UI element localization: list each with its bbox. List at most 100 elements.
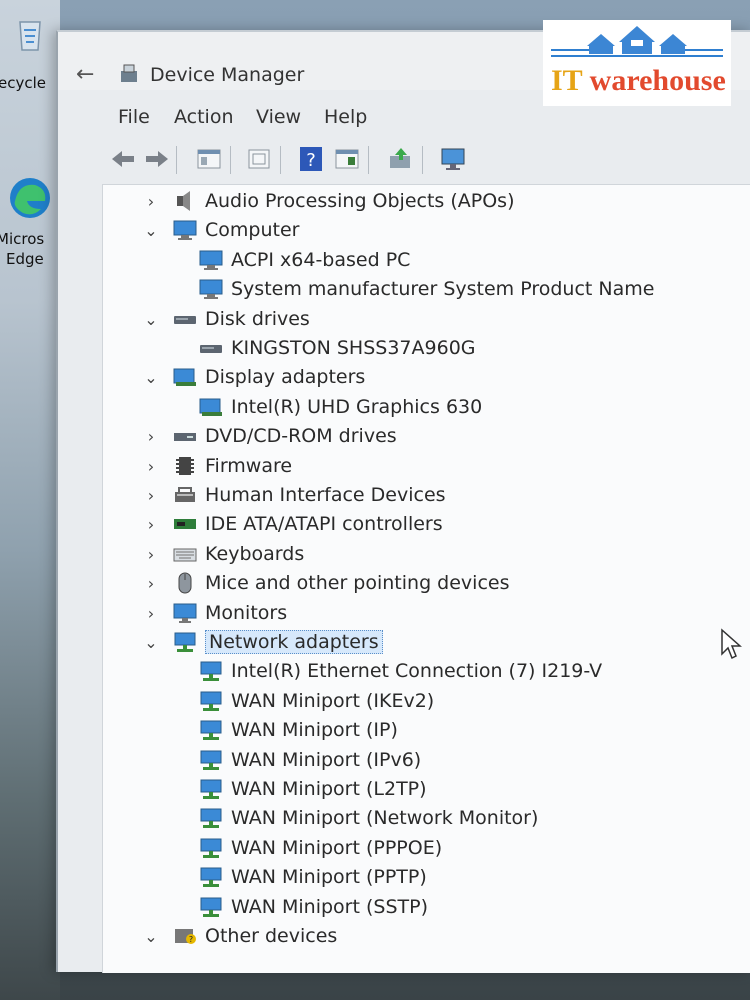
tree-item-label: WAN Miniport (PPPOE) — [231, 837, 443, 859]
view-button[interactable] — [332, 144, 362, 174]
tree-item-label: ACPI x64-based PC — [231, 249, 411, 271]
tree-device[interactable]: Intel(R) UHD Graphics 630 — [199, 393, 482, 421]
chevron-down-icon[interactable]: ⌄ — [143, 927, 159, 946]
tree-device[interactable]: KINGSTON SHSS37A960G — [199, 334, 476, 362]
tree-item-label: KINGSTON SHSS37A960G — [231, 337, 476, 359]
chevron-right-icon[interactable]: › — [143, 545, 159, 564]
tree-item-label: Audio Processing Objects (APOs) — [205, 190, 515, 212]
update-driver-button[interactable] — [386, 144, 416, 174]
tree-device[interactable]: Intel(R) Ethernet Connection (7) I219-V — [199, 657, 602, 685]
tree-category[interactable]: ⌄? Other devices — [143, 922, 337, 950]
chevron-right-icon[interactable]: › — [143, 192, 159, 211]
forward-button[interactable] — [142, 144, 172, 174]
tree-device[interactable]: WAN Miniport (Network Monitor) — [199, 804, 538, 832]
show-hidden-icon — [248, 149, 270, 169]
keyboard-icon — [173, 543, 197, 565]
tree-category[interactable]: › Keyboards — [143, 540, 304, 568]
tree-item-label: Intel(R) UHD Graphics 630 — [231, 396, 483, 418]
update-driver-icon — [390, 148, 410, 168]
help-button[interactable]: ? — [296, 144, 326, 174]
tree-device[interactable]: WAN Miniport (IP) — [199, 716, 398, 744]
tree-item-label: Human Interface Devices — [205, 484, 446, 506]
menu-file[interactable]: File — [118, 106, 150, 128]
tree-category[interactable]: ⌄ Network adapters — [143, 628, 383, 656]
chevron-right-icon[interactable]: › — [143, 457, 159, 476]
chevron-down-icon[interactable]: ⌄ — [143, 310, 159, 329]
hid-icon — [173, 484, 197, 506]
tree-device[interactable]: WAN Miniport (SSTP) — [199, 893, 428, 921]
logo-it-text: IT — [551, 64, 583, 97]
edge-label: Micros Edge — [0, 229, 60, 269]
tree-device[interactable]: WAN Miniport (IPv6) — [199, 746, 421, 774]
tree-category[interactable]: › Mice and other pointing devices — [143, 569, 510, 597]
forward-icon — [146, 151, 168, 167]
chevron-right-icon[interactable]: › — [143, 427, 159, 446]
tree-device[interactable]: WAN Miniport (L2TP) — [199, 775, 427, 803]
toolbar-separator — [422, 146, 423, 174]
network-icon — [199, 896, 223, 918]
tree-device[interactable]: WAN Miniport (PPTP) — [199, 863, 427, 891]
recycle-bin-label: ecycle — [0, 74, 46, 92]
tree-category[interactable]: ⌄ Computer — [143, 216, 299, 244]
show-hidden-button[interactable] — [244, 144, 274, 174]
dvd-icon — [173, 425, 197, 447]
tree-category[interactable]: › Audio Processing Objects (APOs) — [143, 187, 515, 215]
toolbar-separator — [176, 146, 177, 174]
disk-icon — [199, 337, 223, 359]
menu-action[interactable]: Action — [174, 106, 234, 128]
back-button[interactable] — [108, 144, 138, 174]
display-adapter-icon — [173, 366, 197, 388]
tree-category[interactable]: ⌄ Display adapters — [143, 363, 365, 391]
network-icon — [199, 660, 223, 682]
tree-category[interactable]: ⌄ Disk drives — [143, 305, 310, 333]
scan-hardware-button[interactable] — [438, 144, 468, 174]
it-warehouse-logo: IT warehouse — [543, 20, 731, 106]
tree-item-label: WAN Miniport (IP) — [231, 719, 398, 741]
monitor-icon — [173, 602, 197, 624]
tree-device[interactable]: ACPI x64-based PC — [199, 246, 410, 274]
tree-item-label: WAN Miniport (Network Monitor) — [231, 807, 539, 829]
chevron-down-icon[interactable]: ⌄ — [143, 633, 159, 652]
toolbar-separator — [280, 146, 281, 174]
display-adapter-icon — [199, 396, 223, 418]
tree-item-label: DVD/CD-ROM drives — [205, 425, 397, 447]
view-icon — [335, 149, 359, 169]
tree-category[interactable]: › Monitors — [143, 599, 287, 627]
chevron-down-icon[interactable]: ⌄ — [143, 368, 159, 387]
chevron-right-icon[interactable]: › — [143, 574, 159, 593]
back-arrow-icon[interactable]: ← — [76, 62, 94, 87]
tree-item-label: WAN Miniport (L2TP) — [231, 778, 427, 800]
network-icon — [199, 837, 223, 859]
chevron-down-icon[interactable]: ⌄ — [143, 221, 159, 240]
tree-item-label: Mice and other pointing devices — [205, 572, 510, 594]
logo-wordmark: IT warehouse — [551, 64, 726, 98]
tree-category[interactable]: › IDE ATA/ATAPI controllers — [143, 510, 443, 538]
properties-button[interactable] — [194, 144, 224, 174]
ide-icon — [173, 513, 197, 535]
recycle-bin-shortcut[interactable]: ecycle — [0, 14, 60, 92]
tree-device[interactable]: WAN Miniport (IKEv2) — [199, 687, 434, 715]
firmware-icon — [173, 455, 197, 477]
menu-view[interactable]: View — [256, 106, 301, 128]
device-tree[interactable]: › Audio Processing Objects (APOs) ⌄ Compute… — [102, 184, 750, 973]
tree-device[interactable]: System manufacturer System Product Name — [199, 275, 654, 303]
houses-logo-icon — [551, 26, 723, 57]
speaker-icon — [173, 190, 197, 212]
mouse-cursor-icon — [721, 628, 742, 660]
chevron-right-icon[interactable]: › — [143, 604, 159, 623]
tree-device[interactable]: WAN Miniport (PPPOE) — [199, 834, 442, 862]
tree-item-label: Keyboards — [205, 543, 305, 565]
chevron-right-icon[interactable]: › — [143, 486, 159, 505]
edge-label-line2: Edge — [6, 250, 44, 268]
tree-category[interactable]: › Firmware — [143, 452, 292, 480]
network-icon — [199, 749, 223, 771]
tree-category[interactable]: › Human Interface Devices — [143, 481, 446, 509]
tree-category[interactable]: › DVD/CD-ROM drives — [143, 422, 397, 450]
tree-item-label: System manufacturer System Product Name — [231, 278, 655, 300]
menu-help[interactable]: Help — [324, 106, 367, 128]
chevron-right-icon[interactable]: › — [143, 515, 159, 534]
edge-shortcut[interactable]: Micros Edge — [0, 175, 60, 269]
tree-item-label: Network adapters — [205, 630, 383, 654]
back-icon — [112, 151, 134, 167]
edge-label-line1: Micros — [0, 230, 45, 248]
